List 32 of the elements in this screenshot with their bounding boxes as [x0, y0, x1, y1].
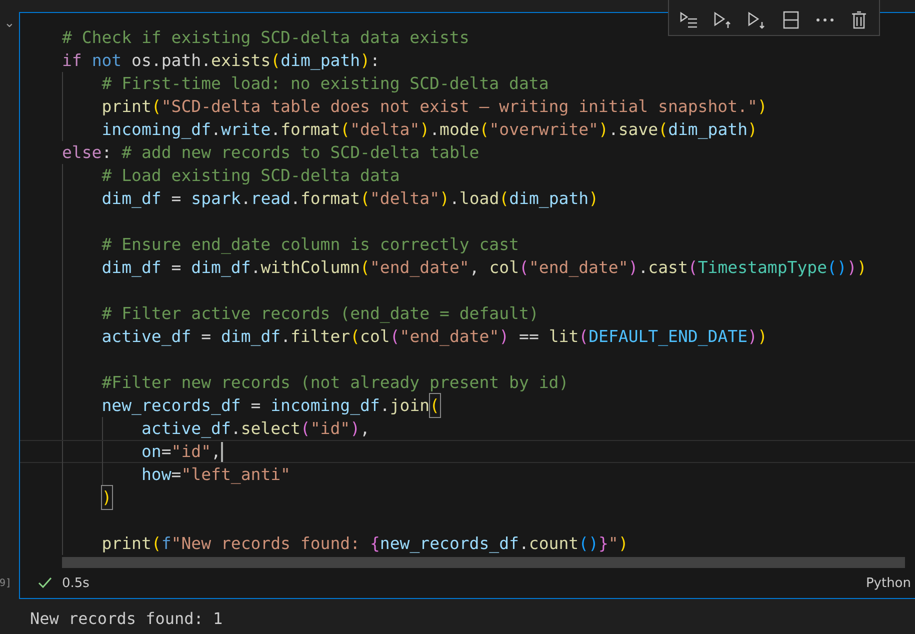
code-line: # Check if existing SCD-delta data exists [61, 27, 470, 49]
code-line: #Filter new records (not already present by id) [20, 371, 915, 394]
code-line: how="left_anti" [20, 463, 915, 486]
execution-count: 9] [0, 578, 12, 589]
code-line: dim_df = spark.read.format("delta").load(dim_path) [20, 187, 915, 210]
code-line: # Filter active records (end_date = default) [20, 302, 915, 325]
code-line: else: # add new records to SCD-delta table [61, 142, 480, 164]
code-line: active_df = dim_df.filter(col("end_date") == lit(DEFAULT_END_DATE)) [20, 325, 915, 348]
collapse-chevron[interactable]: ⌄ [4, 16, 15, 31]
split-cell-icon [783, 11, 799, 29]
code-line: # Ensure end_date column is correctly cast [20, 233, 915, 256]
code-line: on="id", [20, 440, 915, 463]
run-below-icon [747, 11, 767, 29]
code-line: active_df.select("id"), [20, 417, 915, 440]
run-by-line-icon [679, 11, 699, 29]
code-line: # First-time load: no existing SCD-delta data [20, 72, 915, 95]
trash-icon [852, 11, 866, 29]
code-line: dim_df = dim_df.withColumn("end_date", col("end_date").cast(TimestampType())) [20, 256, 915, 279]
code-line: print("SCD-delta table does not exist — writing initial snapshot.") [20, 95, 915, 118]
code-line: new_records_df = incoming_df.join( [20, 394, 915, 417]
code-line: incoming_df.write.format("delta").mode("overwrite").save(dim_path) [20, 118, 915, 141]
text-cursor [220, 442, 223, 462]
language-label[interactable]: Python [866, 576, 911, 590]
horizontal-scrollbar[interactable] [62, 557, 905, 568]
code-line: if not os.path.exists(dim_path): [61, 50, 381, 72]
more-icon [816, 18, 834, 22]
code-line: # Load existing SCD-delta data [20, 164, 915, 187]
code-line: print(f"New records found: {new_records_df.count()}") [20, 532, 915, 555]
output-text: New records found: 1 [30, 609, 224, 628]
code-line: ) [20, 486, 915, 509]
run-above-icon [713, 11, 733, 29]
execution-time: 0.5s [62, 576, 90, 590]
